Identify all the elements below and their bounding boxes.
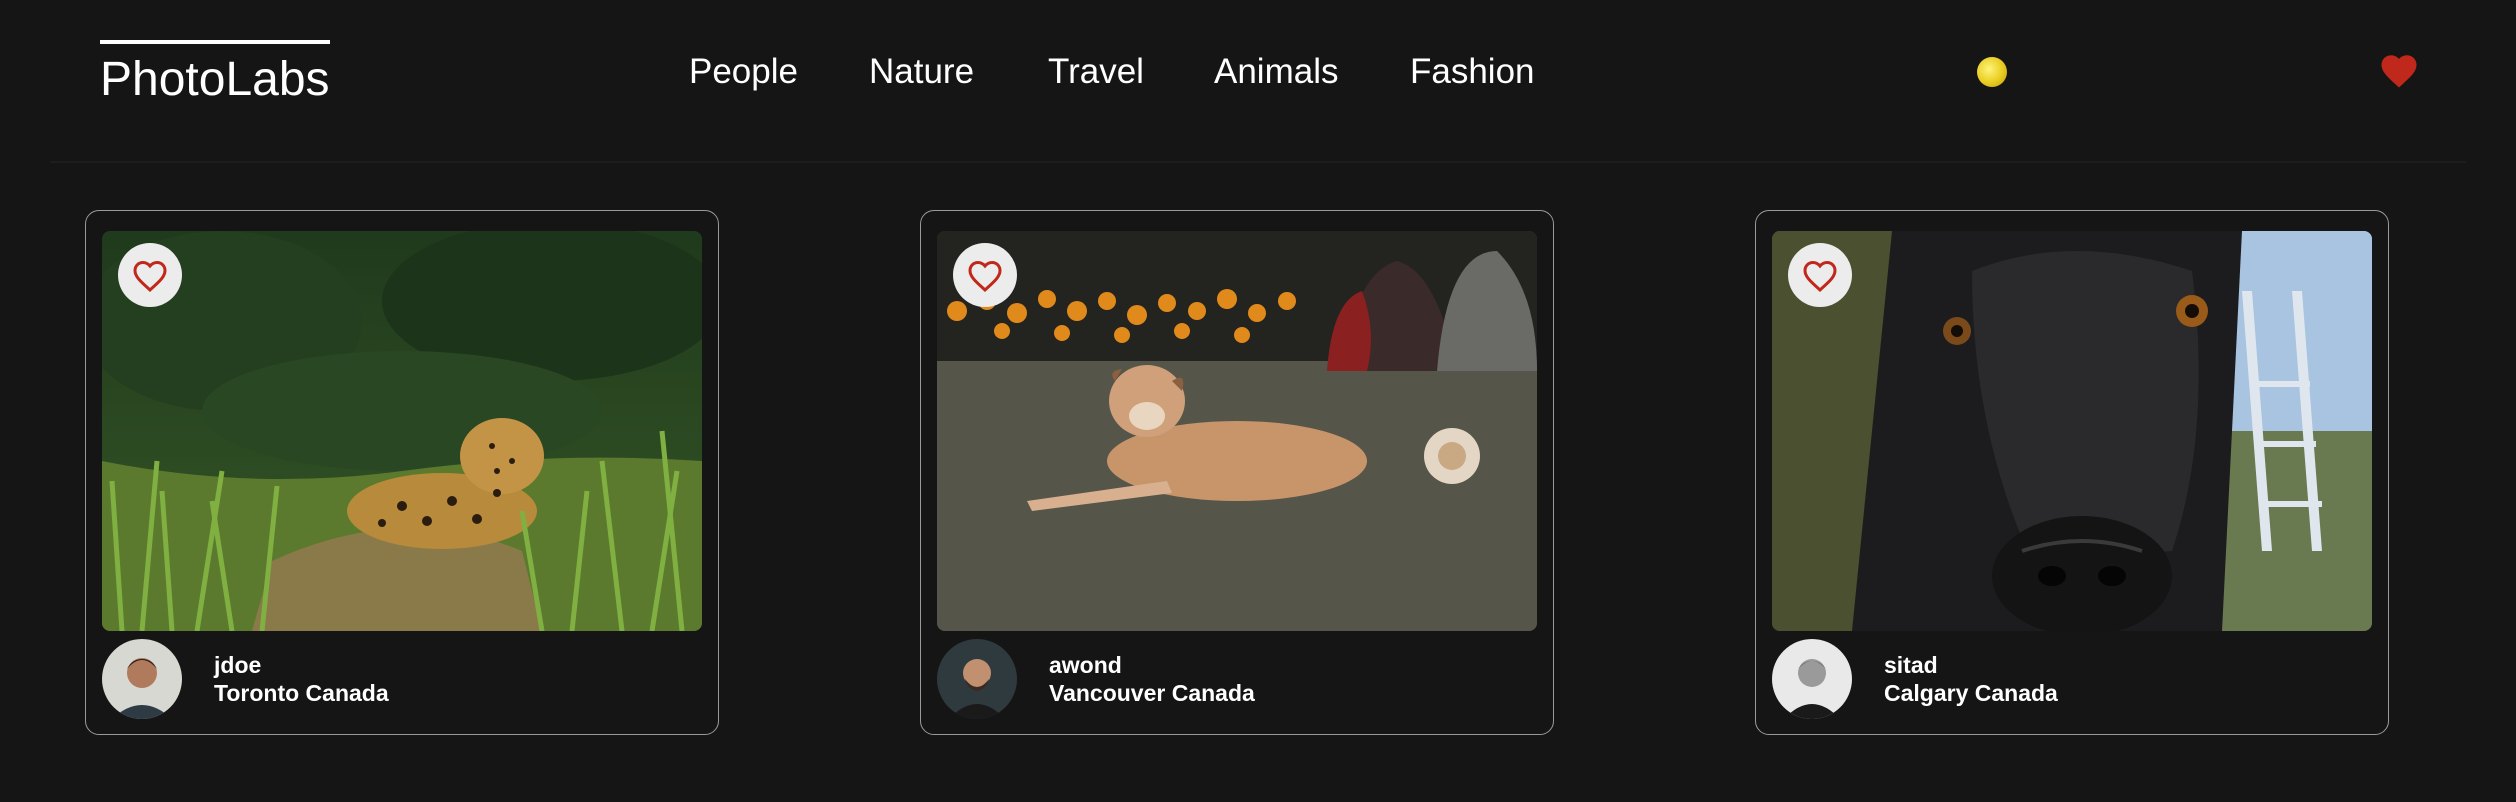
favorites-heart-icon[interactable] [2378, 50, 2420, 90]
avatar [937, 639, 1017, 719]
username[interactable]: jdoe [214, 651, 389, 679]
logo-overline [100, 40, 330, 44]
header-divider [50, 161, 2466, 163]
nav-item-travel[interactable]: Travel [1048, 52, 1144, 92]
photo-black-dog[interactable] [1772, 231, 2372, 631]
location: Calgary Canada [1884, 680, 2058, 706]
favorite-button[interactable] [953, 243, 1017, 307]
photo-dog[interactable] [937, 231, 1537, 631]
photo-card[interactable]: jdoe Toronto Canada [85, 210, 719, 735]
username[interactable]: sitad [1884, 651, 2058, 679]
location: Vancouver Canada [1049, 680, 1255, 706]
nav-item-people[interactable]: People [689, 52, 798, 92]
heart-outline-icon [1803, 260, 1837, 293]
nav-item-animals[interactable]: Animals [1214, 52, 1338, 92]
photo-card[interactable]: sitad Calgary Canada [1755, 210, 2389, 735]
light-bulb-icon[interactable] [1977, 57, 2007, 87]
photo-jaguar[interactable] [102, 231, 702, 631]
favorite-button[interactable] [118, 243, 182, 307]
heart-outline-icon [133, 260, 167, 293]
nav-item-nature[interactable]: Nature [869, 52, 974, 92]
favorite-button[interactable] [1788, 243, 1852, 307]
logo[interactable]: PhotoLabs [100, 52, 330, 107]
photo-card[interactable]: awond Vancouver Canada [920, 210, 1554, 735]
avatar [102, 639, 182, 719]
heart-outline-icon [968, 260, 1002, 293]
photo-user-info: sitad Calgary Canada [1884, 651, 2058, 707]
nav-item-fashion[interactable]: Fashion [1410, 52, 1535, 92]
photo-user-info: awond Vancouver Canada [1049, 651, 1255, 707]
location: Toronto Canada [214, 680, 389, 706]
username[interactable]: awond [1049, 651, 1255, 679]
top-navigation-bar: PhotoLabs People Nature Travel Animals F… [0, 0, 2516, 162]
avatar [1772, 639, 1852, 719]
photo-user-info: jdoe Toronto Canada [214, 651, 389, 707]
